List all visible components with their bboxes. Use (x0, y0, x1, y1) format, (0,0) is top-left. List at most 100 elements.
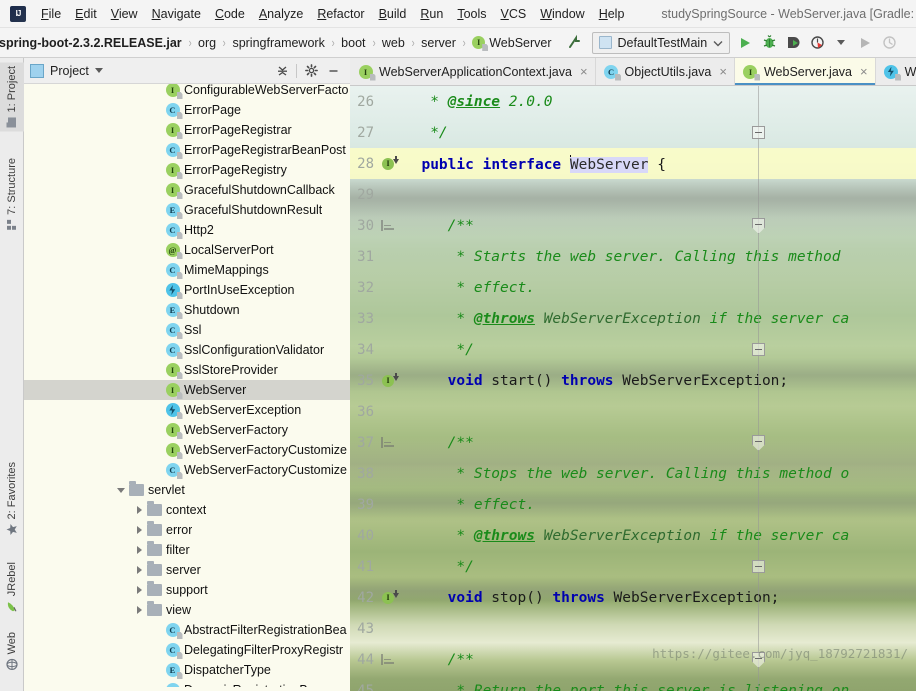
code-line-40[interactable]: 40 * @throws WebServerException if the s… (350, 520, 916, 551)
tree-node-shutdown[interactable]: E Shutdown (24, 300, 350, 320)
breadcrumb-item-springframework[interactable]: springframework (229, 34, 327, 52)
javadoc-marker-icon[interactable] (376, 644, 400, 675)
debug-button[interactable] (757, 31, 781, 55)
editor-tab-web[interactable]: Web (875, 58, 916, 85)
breadcrumb-item-org[interactable]: org (195, 34, 219, 52)
tree-node-view[interactable]: view (24, 600, 350, 620)
javadoc-marker-icon[interactable] (376, 210, 400, 241)
code-line-39[interactable]: 39 * effect. (350, 489, 916, 520)
code-fold-toggle[interactable] (752, 126, 765, 139)
breadcrumb-item-boot[interactable]: boot (338, 34, 368, 52)
tool-window-tab-jrebel[interactable]: JRebel (0, 558, 24, 616)
menu-file[interactable]: File (34, 3, 68, 25)
menu-code[interactable]: Code (208, 3, 252, 25)
profile-dropdown-caret[interactable] (829, 31, 853, 55)
collapse-all-icon[interactable] (271, 61, 293, 81)
tree-node-webserverfactorycustomize[interactable]: I WebServerFactoryCustomize (24, 440, 350, 460)
tree-node-portinuseexception[interactable]: PortInUseException (24, 280, 350, 300)
code-line-42[interactable]: 42 I void stop() throws WebServerExceptio… (350, 582, 916, 613)
tool-window-tab-1-project[interactable]: 1: Project (0, 62, 24, 132)
tool-window-tab-7-structure[interactable]: 7: Structure (0, 154, 24, 234)
menu-analyze[interactable]: Analyze (252, 3, 310, 25)
chevron-right-icon[interactable] (132, 580, 146, 600)
project-tree[interactable]: I ConfigurableWebServerFacto C ErrorPage I Er… (24, 80, 350, 687)
tree-node-filter[interactable]: filter (24, 540, 350, 560)
editor-tab-objectutils-java[interactable]: C ObjectUtils.java × (595, 58, 735, 85)
tree-node-webserverexception[interactable]: WebServerException (24, 400, 350, 420)
breadcrumb-item-server[interactable]: server (418, 34, 459, 52)
breadcrumb-item-spring-boot-2-3-2-release-jar[interactable]: spring-boot-2.3.2.RELEASE.jar (0, 34, 185, 52)
close-icon[interactable]: × (580, 65, 588, 78)
tree-node-http2[interactable]: C Http2 (24, 220, 350, 240)
tree-node-errorpageregistrar[interactable]: I ErrorPageRegistrar (24, 120, 350, 140)
tree-node-webserverfactory[interactable]: I WebServerFactory (24, 420, 350, 440)
tree-node-gracefulshutdowncallback[interactable]: I GracefulShutdownCallback (24, 180, 350, 200)
breadcrumb-item-webserver[interactable]: I WebServer (469, 34, 554, 52)
chevron-right-icon[interactable] (132, 600, 146, 620)
tool-window-tab-web[interactable]: Web (0, 628, 24, 674)
menu-vcs[interactable]: VCS (494, 3, 534, 25)
run-configuration-selector[interactable]: DefaultTestMain (591, 31, 731, 54)
code-line-31[interactable]: 31 * Starts the web server. Calling this… (350, 241, 916, 272)
tree-node-support[interactable]: support (24, 580, 350, 600)
tree-node-delegatingfilterproxyregistr[interactable]: C DelegatingFilterProxyRegistr (24, 640, 350, 660)
tree-node-webserver[interactable]: I WebServer (24, 380, 350, 400)
code-line-26[interactable]: 26 * @since 2.0.0 (350, 86, 916, 117)
tree-node-errorpage[interactable]: C ErrorPage (24, 100, 350, 120)
tree-node-mimemappings[interactable]: C MimeMappings (24, 260, 350, 280)
menu-refactor[interactable]: Refactor (310, 3, 371, 25)
editor-tab-webserver-java[interactable]: I WebServer.java × (734, 58, 876, 85)
tree-node-sslconfigurationvalidator[interactable]: C SslConfigurationValidator (24, 340, 350, 360)
tree-node-server[interactable]: server (24, 560, 350, 580)
run-button[interactable] (733, 31, 757, 55)
code-line-41[interactable]: 41 */ (350, 551, 916, 582)
close-icon[interactable]: × (860, 65, 868, 78)
code-line-35[interactable]: 35 I void start() throws WebServerExcepti… (350, 365, 916, 396)
code-line-29[interactable]: 29 (350, 179, 916, 210)
tree-node-servlet[interactable]: servlet (24, 480, 350, 500)
code-line-37[interactable]: 37 /** (350, 427, 916, 458)
code-editor[interactable]: 26 * @since 2.0.0 27 */28 I public interfa… (350, 86, 916, 691)
chevron-right-icon[interactable] (132, 540, 146, 560)
javadoc-marker-icon[interactable] (376, 427, 400, 458)
implemented-marker-icon[interactable]: I (376, 148, 400, 179)
gear-icon[interactable] (300, 61, 322, 81)
tree-node-sslstoreprovider[interactable]: I SslStoreProvider (24, 360, 350, 380)
menu-tools[interactable]: Tools (450, 3, 493, 25)
code-line-45[interactable]: 45 * Return the port this server is list… (350, 675, 916, 691)
tree-node-errorpageregistry[interactable]: I ErrorPageRegistry (24, 160, 350, 180)
code-line-30[interactable]: 30 /** (350, 210, 916, 241)
breadcrumb-item-web[interactable]: web (379, 34, 408, 52)
menu-window[interactable]: Window (533, 3, 591, 25)
chevron-down-icon[interactable] (114, 480, 128, 500)
build-project-button[interactable] (565, 33, 585, 53)
menu-help[interactable]: Help (592, 3, 632, 25)
tree-node-abstractfilterregistrationbea[interactable]: C AbstractFilterRegistrationBea (24, 620, 350, 640)
menu-build[interactable]: Build (372, 3, 414, 25)
menu-view[interactable]: View (104, 3, 145, 25)
minimize-icon[interactable] (322, 61, 344, 81)
implemented-marker-icon[interactable]: I (376, 582, 400, 613)
tree-node-localserverport[interactable]: @ LocalServerPort (24, 240, 350, 260)
close-icon[interactable]: × (719, 65, 727, 78)
tree-node-dynamicregistrationbean[interactable]: CDynamicRegistrationBean (24, 680, 350, 687)
run-with-coverage-button[interactable] (781, 31, 805, 55)
tree-node-dispatchertype[interactable]: E DispatcherType (24, 660, 350, 680)
code-line-27[interactable]: 27 */ (350, 117, 916, 148)
menu-navigate[interactable]: Navigate (145, 3, 208, 25)
chevron-right-icon[interactable] (132, 520, 146, 540)
code-line-34[interactable]: 34 */ (350, 334, 916, 365)
tree-node-context[interactable]: context (24, 500, 350, 520)
profile-button[interactable] (805, 31, 829, 55)
editor-tab-webserverapplicationcontext-java[interactable]: I WebServerApplicationContext.java × (350, 58, 596, 85)
chevron-down-icon[interactable] (94, 68, 103, 73)
code-fold-toggle[interactable] (752, 343, 765, 356)
chevron-right-icon[interactable] (132, 560, 146, 580)
chevron-right-icon[interactable] (132, 500, 146, 520)
code-line-28[interactable]: 28 I public interface WebServer { (350, 148, 916, 179)
tree-node-ssl[interactable]: C Ssl (24, 320, 350, 340)
code-fold-toggle[interactable] (752, 560, 765, 573)
tree-node-gracefulshutdownresult[interactable]: E GracefulShutdownResult (24, 200, 350, 220)
tree-node-webserverfactorycustomize[interactable]: C WebServerFactoryCustomize (24, 460, 350, 480)
code-line-32[interactable]: 32 * effect. (350, 272, 916, 303)
